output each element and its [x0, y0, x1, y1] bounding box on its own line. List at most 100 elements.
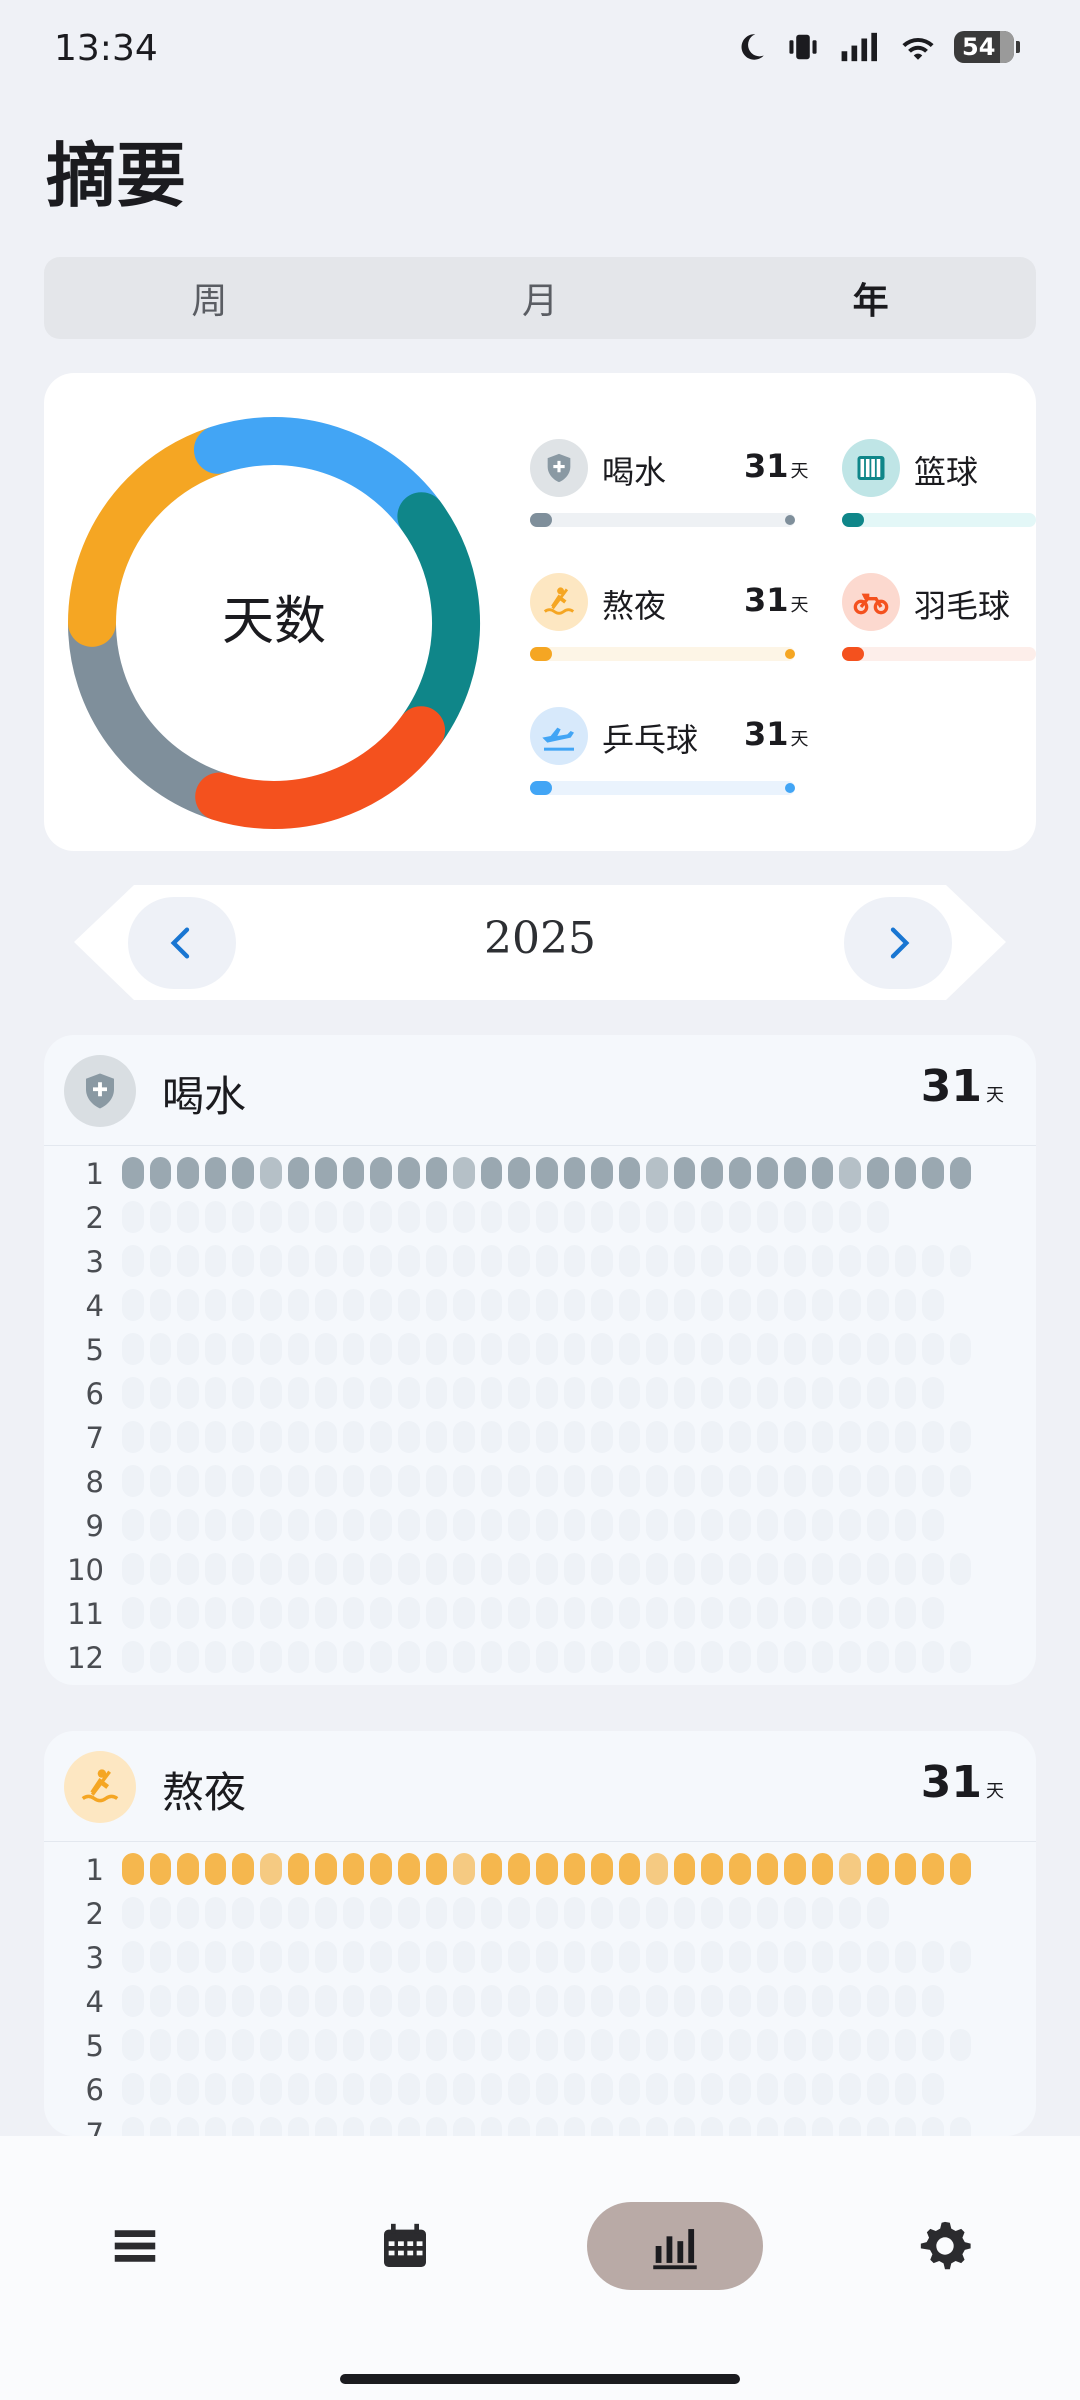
day-cell[interactable]	[756, 1201, 779, 1233]
day-cell[interactable]	[949, 2029, 972, 2061]
day-cell[interactable]	[425, 1597, 448, 1629]
day-cell[interactable]	[867, 1157, 889, 1189]
day-cell[interactable]	[618, 2029, 641, 2061]
day-cell[interactable]	[232, 1289, 254, 1321]
day-cell[interactable]	[701, 2073, 724, 2105]
day-cell[interactable]	[232, 1333, 254, 1365]
day-cell[interactable]	[756, 2117, 779, 2136]
day-cell[interactable]	[618, 1245, 641, 1277]
day-cell[interactable]	[701, 1201, 724, 1233]
day-cell[interactable]	[149, 1553, 172, 1585]
day-cell[interactable]	[508, 1289, 530, 1321]
day-cell[interactable]	[811, 1421, 834, 1453]
day-cell[interactable]	[811, 1465, 834, 1497]
day-cell[interactable]	[259, 1201, 282, 1233]
day-cell[interactable]	[149, 1245, 172, 1277]
day-cell[interactable]	[784, 1465, 806, 1497]
day-cell[interactable]	[397, 1245, 420, 1277]
day-cell[interactable]	[232, 1245, 254, 1277]
day-cell[interactable]	[756, 1553, 779, 1585]
day-cell[interactable]	[922, 1509, 944, 1541]
day-cell[interactable]	[646, 1157, 668, 1189]
day-cell[interactable]	[342, 1421, 365, 1453]
day-cell[interactable]	[646, 1465, 668, 1497]
day-cell[interactable]	[591, 1509, 613, 1541]
day-cell[interactable]	[646, 2073, 668, 2105]
day-cell[interactable]	[729, 2029, 751, 2061]
day-cell[interactable]	[756, 1289, 779, 1321]
day-cell[interactable]	[729, 1597, 751, 1629]
day-cell[interactable]	[922, 1289, 944, 1321]
day-cell[interactable]	[922, 1597, 944, 1629]
day-cell[interactable]	[480, 1421, 503, 1453]
day-cell[interactable]	[591, 1157, 613, 1189]
day-cell[interactable]	[342, 1509, 365, 1541]
day-cell[interactable]	[591, 1597, 613, 1629]
nav-settings[interactable]	[890, 2202, 1000, 2290]
day-cell[interactable]	[646, 2117, 668, 2136]
day-cell[interactable]	[122, 1201, 144, 1233]
day-cell[interactable]	[867, 2117, 889, 2136]
day-cell[interactable]	[922, 1941, 944, 1973]
day-cell[interactable]	[397, 1985, 420, 2017]
day-cell[interactable]	[232, 1941, 254, 1973]
day-cell[interactable]	[287, 1897, 310, 1929]
day-cell[interactable]	[397, 1509, 420, 1541]
day-cell[interactable]	[508, 1597, 530, 1629]
day-cell[interactable]	[232, 1509, 254, 1541]
day-cell[interactable]	[618, 1201, 641, 1233]
day-cell[interactable]	[535, 1509, 558, 1541]
day-cell[interactable]	[535, 1157, 558, 1189]
legend-item-basketball[interactable]: 篮球	[842, 439, 1036, 549]
tab-month[interactable]: 月	[375, 257, 706, 339]
day-cell[interactable]	[232, 2029, 254, 2061]
day-cell[interactable]	[232, 1985, 254, 2017]
day-cell[interactable]	[894, 1597, 917, 1629]
day-cell[interactable]	[563, 1985, 586, 2017]
day-cell[interactable]	[370, 1465, 392, 1497]
day-cell[interactable]	[204, 1333, 227, 1365]
day-cell[interactable]	[894, 1941, 917, 1973]
day-cell[interactable]	[618, 1333, 641, 1365]
day-cell[interactable]	[425, 1897, 448, 1929]
day-cell[interactable]	[563, 1377, 586, 1409]
day-cell[interactable]	[673, 1941, 696, 1973]
day-cell[interactable]	[867, 1509, 889, 1541]
day-cell[interactable]	[204, 1377, 227, 1409]
day-cell[interactable]	[425, 2117, 448, 2136]
day-cell[interactable]	[259, 1897, 282, 1929]
day-cell[interactable]	[397, 1421, 420, 1453]
day-cell[interactable]	[287, 1289, 310, 1321]
day-cell[interactable]	[453, 1245, 475, 1277]
day-cell[interactable]	[784, 1941, 806, 1973]
day-cell[interactable]	[122, 1509, 144, 1541]
day-cell[interactable]	[397, 1289, 420, 1321]
day-cell[interactable]	[784, 1421, 806, 1453]
day-cell[interactable]	[232, 1853, 254, 1885]
day-cell[interactable]	[563, 1897, 586, 1929]
day-cell[interactable]	[204, 1597, 227, 1629]
day-cell[interactable]	[591, 1985, 613, 2017]
day-cell[interactable]	[894, 1333, 917, 1365]
day-cell[interactable]	[811, 1157, 834, 1189]
day-cell[interactable]	[425, 2073, 448, 2105]
day-cell[interactable]	[149, 1157, 172, 1189]
day-cell[interactable]	[811, 2029, 834, 2061]
day-cell[interactable]	[259, 2029, 282, 2061]
day-cell[interactable]	[342, 1333, 365, 1365]
day-cell[interactable]	[149, 2073, 172, 2105]
day-cell[interactable]	[618, 2117, 641, 2136]
day-cell[interactable]	[811, 1245, 834, 1277]
day-cell[interactable]	[370, 1941, 392, 1973]
day-cell[interactable]	[397, 1465, 420, 1497]
habit-card-water[interactable]: 喝水 31 天 1 2 3 4 5 6 7 8 9 10 11 12	[44, 1035, 1036, 1685]
day-cell[interactable]	[370, 1333, 392, 1365]
day-cell[interactable]	[204, 2029, 227, 2061]
day-cell[interactable]	[480, 2073, 503, 2105]
day-cell[interactable]	[646, 1377, 668, 1409]
day-cell[interactable]	[480, 1985, 503, 2017]
day-cell[interactable]	[232, 1465, 254, 1497]
day-cell[interactable]	[370, 1985, 392, 2017]
day-cell[interactable]	[922, 1553, 944, 1585]
day-cell[interactable]	[701, 1245, 724, 1277]
